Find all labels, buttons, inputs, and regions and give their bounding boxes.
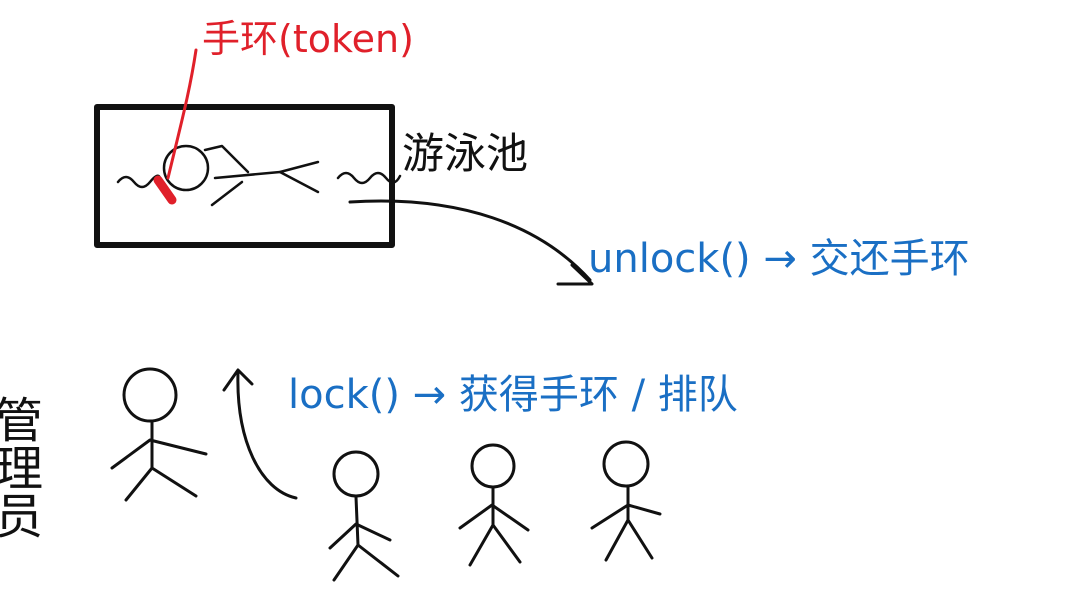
queue-person-1-legs	[332, 543, 400, 582]
manager-head	[122, 367, 178, 423]
queue-person-2-head	[470, 443, 516, 489]
wristband-pointer-line	[166, 48, 198, 180]
queue-person-2	[458, 443, 530, 567]
unlock-arrow	[348, 199, 592, 282]
queue-person-3-legs	[604, 518, 654, 562]
wristband-token-label: 手环(token)	[202, 17, 414, 61]
swimmer-body	[213, 160, 320, 180]
unlock-note: unlock() → 交还手环	[588, 236, 970, 282]
water-wave-left	[116, 174, 162, 189]
swimmer-arm-up	[203, 144, 250, 174]
queue-person-1-arms	[328, 522, 392, 550]
queue-person-3	[590, 440, 662, 562]
swimming-pool-lock-diagram: 手环(token) 游泳池 unlock() → 交还手环 管理员 lock()…	[0, 17, 970, 582]
lock-note: lock() → 获得手环 / 排队	[288, 372, 738, 418]
queue-person-1-head	[332, 450, 380, 498]
queue-person-1-body	[354, 495, 360, 547]
manager-label-text: 管理员	[0, 395, 42, 539]
queue-person-2-legs	[468, 523, 522, 567]
swimmer-arm-down	[210, 180, 244, 207]
swimmer-leg	[278, 170, 320, 194]
swimmer-figure	[162, 144, 320, 207]
pool-label: 游泳池	[402, 129, 528, 178]
queue-person-3-head	[602, 440, 650, 488]
queue-person-1	[328, 450, 400, 582]
manager-legs	[124, 466, 198, 502]
manager-label: 管理员	[0, 395, 42, 539]
manager-arms	[110, 438, 208, 470]
manager-figure	[110, 367, 208, 502]
